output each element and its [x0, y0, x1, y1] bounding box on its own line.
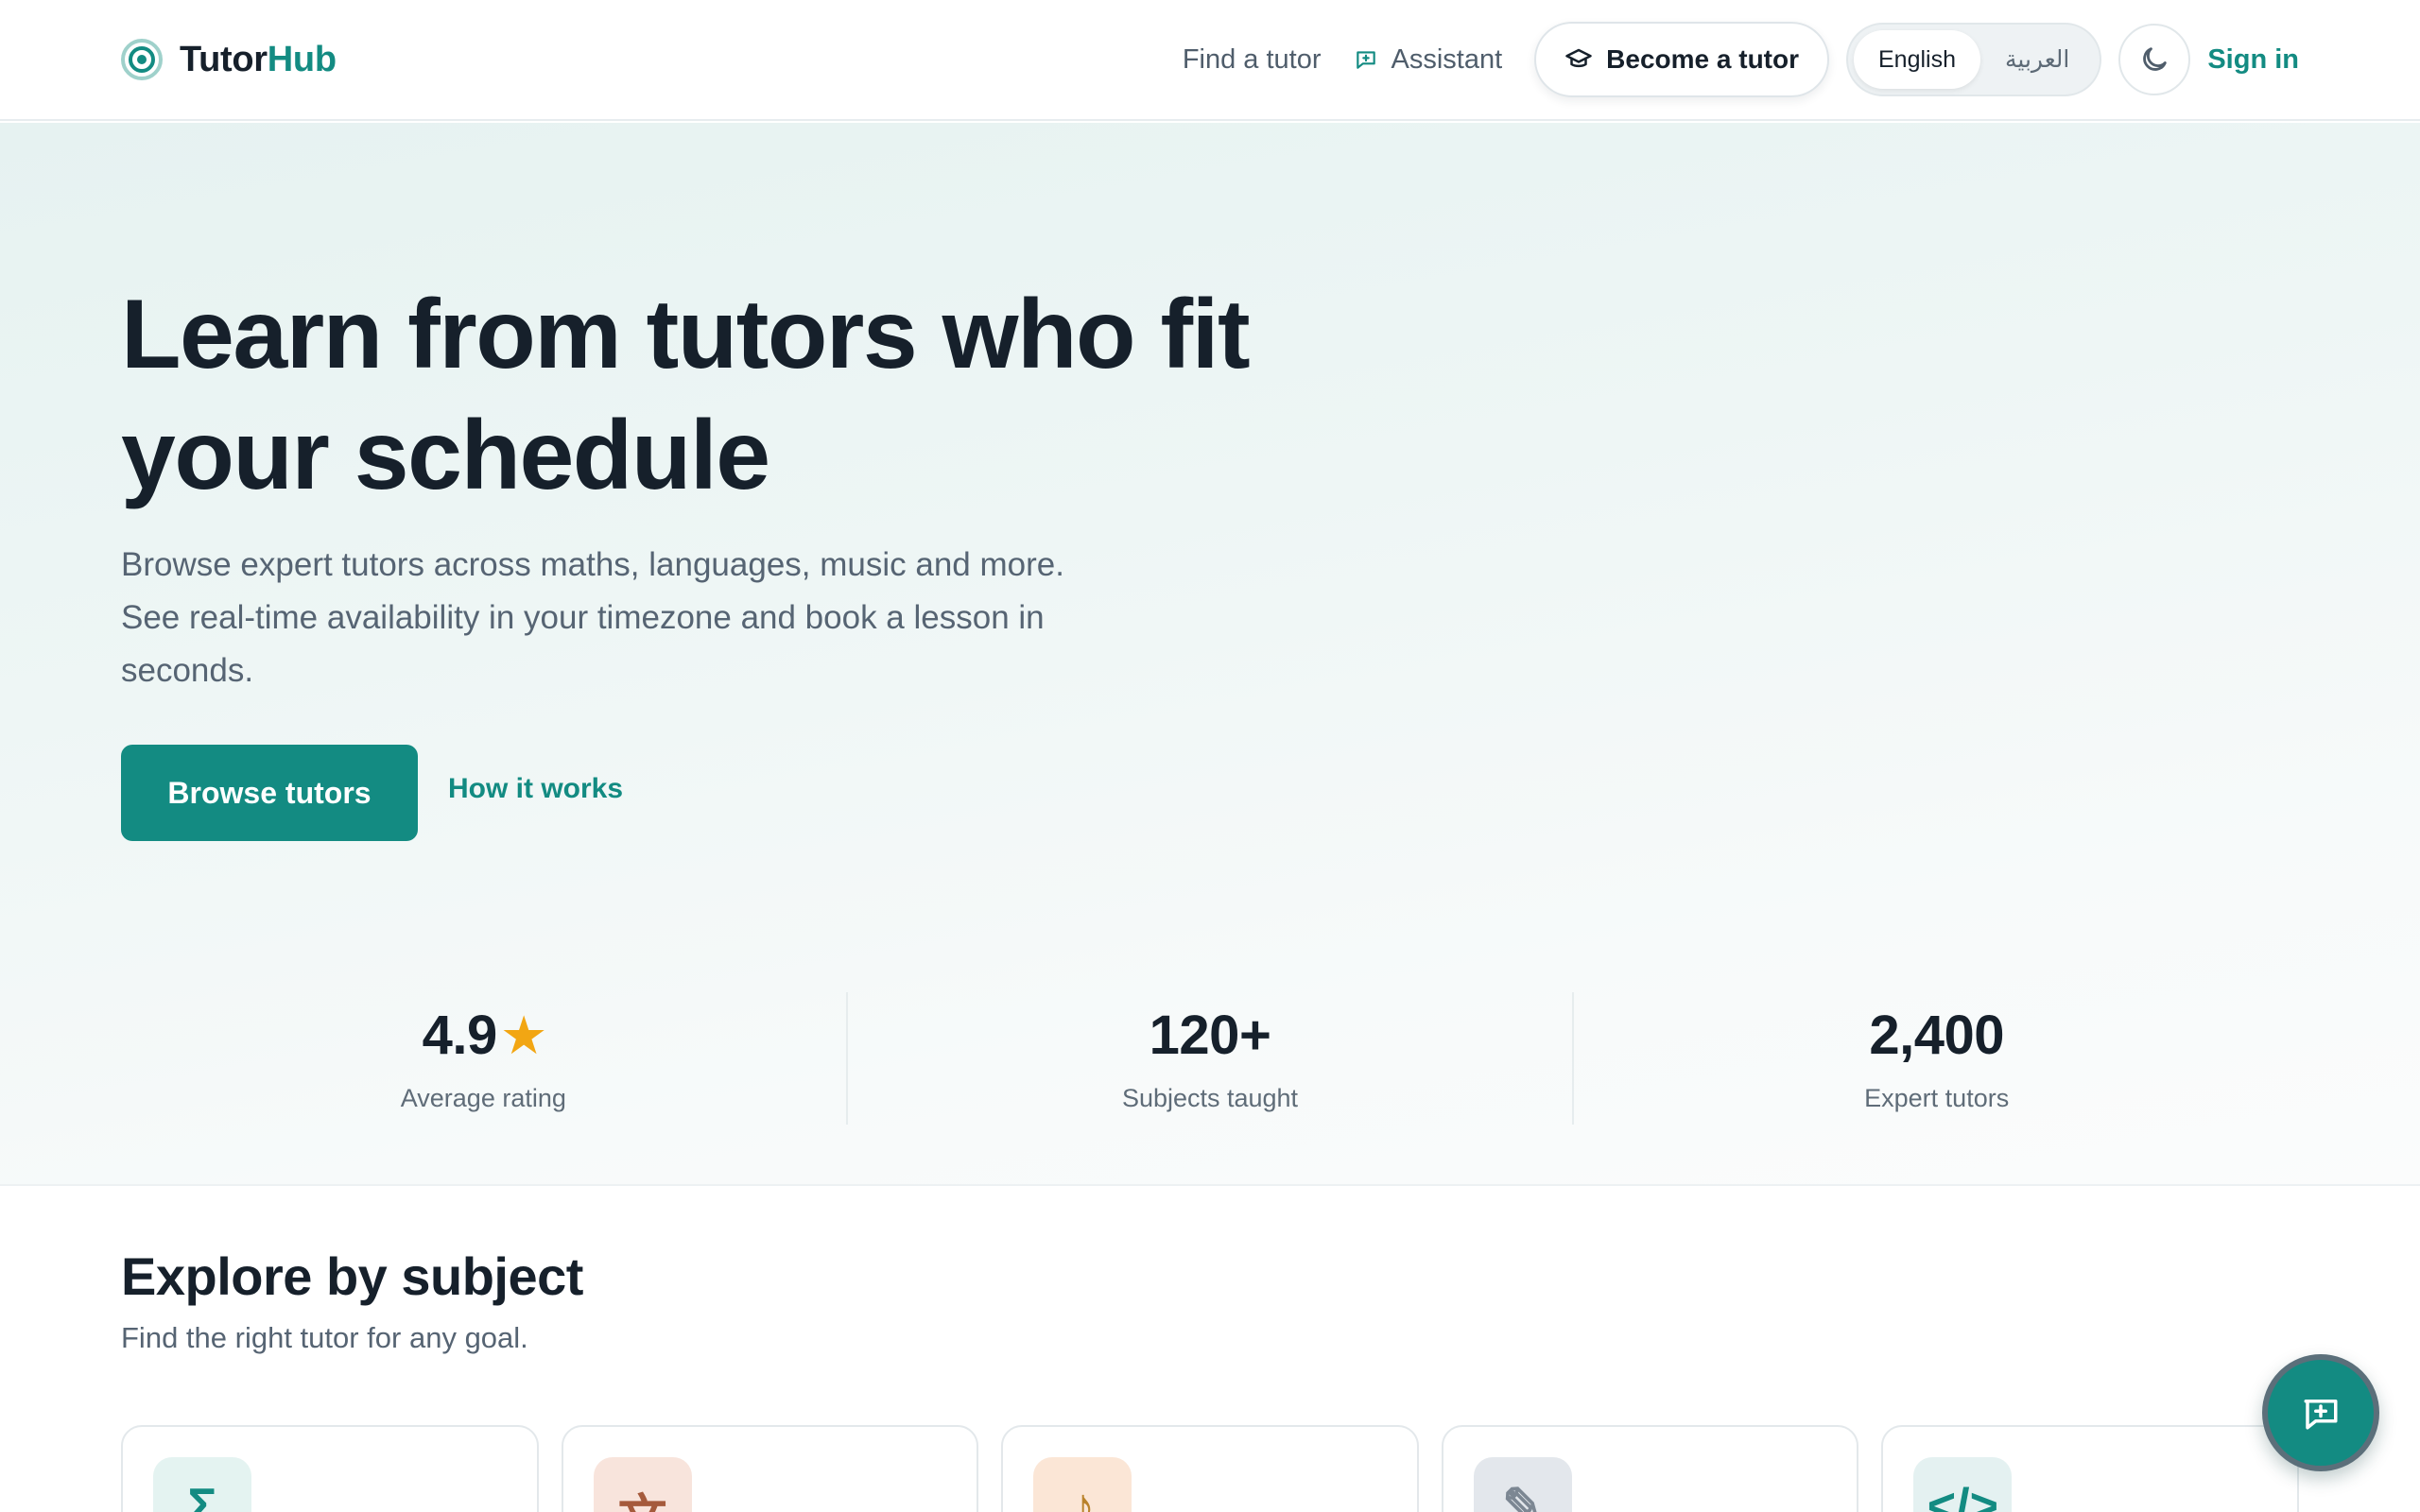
- subject-card-languages[interactable]: 文: [561, 1425, 979, 1512]
- become-tutor-label: Become a tutor: [1606, 44, 1799, 74]
- explore-title: Explore by subject: [121, 1246, 583, 1306]
- stat-tutors: 2,400 Expert tutors: [1574, 992, 2299, 1125]
- site-header: TutorHub Find a tutor Assistant Become a…: [0, 0, 2420, 121]
- music-note-icon: ♪: [1033, 1457, 1132, 1512]
- main-nav: Find a tutor Assistant Become a tutor En…: [1183, 22, 2299, 97]
- brand-name: TutorHub: [180, 39, 337, 79]
- subject-card-writing[interactable]: ✎: [1441, 1425, 1859, 1512]
- sign-in-link[interactable]: Sign in: [2207, 44, 2299, 76]
- how-it-works-link[interactable]: How it works: [448, 773, 623, 805]
- theme-toggle-button[interactable]: [2118, 24, 2191, 95]
- code-icon: </>: [1913, 1457, 2013, 1512]
- nav-assistant-label: Assistant: [1391, 43, 1503, 75]
- lang-arabic-option[interactable]: العربية: [1980, 30, 2094, 89]
- stat-rating-label: Average rating: [400, 1084, 566, 1112]
- chat-icon: [1356, 51, 1375, 69]
- lang-english-option[interactable]: English: [1854, 30, 1980, 89]
- stat-subjects-value: 120+: [1149, 1005, 1271, 1066]
- assistant-chat-button[interactable]: [2262, 1354, 2379, 1471]
- stat-rating: 4.9 ★ Average rating: [121, 992, 848, 1125]
- stat-subjects: 120+ Subjects taught: [848, 992, 1575, 1125]
- graduation-cap-icon: [1565, 48, 1592, 68]
- hero-section: Learn from tutors who fit your schedule …: [0, 123, 2420, 1186]
- explore-subtitle: Find the right tutor for any goal.: [121, 1321, 528, 1354]
- subject-card-coding[interactable]: </>: [1881, 1425, 2299, 1512]
- hero-title: Learn from tutors who fit your schedule: [121, 280, 1251, 510]
- subject-card-music[interactable]: ♪: [1001, 1425, 1419, 1512]
- star-icon: ★: [502, 1008, 545, 1062]
- stat-subjects-label: Subjects taught: [1121, 1084, 1299, 1112]
- hero-subtitle: Browse expert tutors across maths, langu…: [121, 546, 1064, 689]
- pencil-icon: ✎: [1473, 1457, 1572, 1512]
- nav-assistant[interactable]: Assistant: [1354, 43, 1503, 76]
- stat-tutors-value: 2,400: [1869, 1005, 2004, 1066]
- stat-rating-value: 4.9: [422, 1005, 498, 1066]
- subject-card-maths[interactable]: Σ: [121, 1425, 539, 1512]
- stats-row: 4.9 ★ Average rating 120+ Subjects taugh…: [121, 992, 2299, 1125]
- become-tutor-button[interactable]: Become a tutor: [1534, 22, 1829, 97]
- language-icon: 文: [593, 1457, 692, 1512]
- language-toggle: English العربية: [1846, 23, 2102, 96]
- nav-find-tutor[interactable]: Find a tutor: [1183, 44, 1322, 76]
- browse-tutors-button[interactable]: Browse tutors: [121, 745, 418, 841]
- moon-icon: [2143, 47, 2168, 71]
- stat-tutors-label: Expert tutors: [1864, 1084, 2010, 1112]
- logo[interactable]: TutorHub: [121, 39, 337, 80]
- chat-plus-icon: [2304, 1400, 2338, 1430]
- logo-icon: [121, 39, 163, 80]
- subject-cards: Σ 文 ♪ ✎ </>: [121, 1425, 2299, 1512]
- sigma-icon: Σ: [153, 1457, 251, 1512]
